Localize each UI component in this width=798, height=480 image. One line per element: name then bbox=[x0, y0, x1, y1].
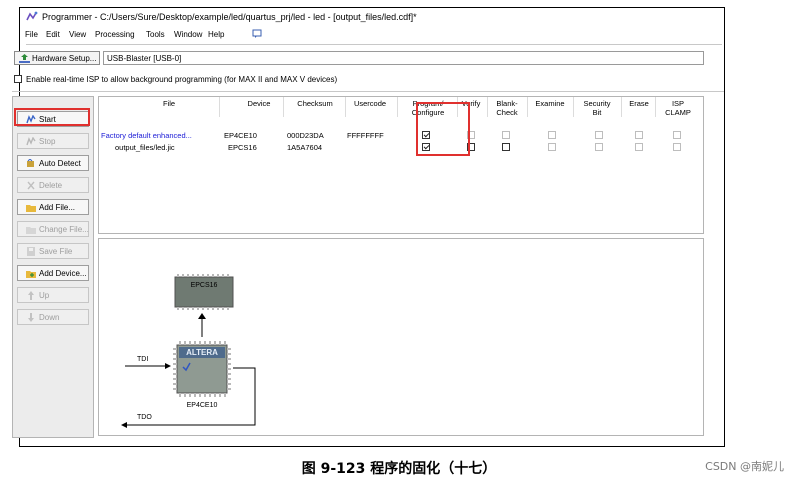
erase-checkbox[interactable] bbox=[635, 131, 643, 139]
row-device: EP4CE10 bbox=[224, 131, 257, 140]
epcs16-label: EPCS16 bbox=[191, 282, 218, 289]
program-configure-highlight bbox=[416, 102, 470, 156]
up-button[interactable]: Up bbox=[17, 287, 89, 303]
col-file: File bbox=[162, 99, 176, 108]
isp-checkbox[interactable] bbox=[14, 75, 22, 83]
menu-view[interactable]: View bbox=[69, 30, 86, 39]
hardware-setup-label: Hardware Setup... bbox=[32, 54, 97, 63]
add-file-icon bbox=[26, 205, 36, 212]
row-usercode: FFFFFFFF bbox=[347, 131, 384, 140]
auto-detect-button[interactable]: Auto Detect bbox=[17, 155, 89, 171]
menu-separator bbox=[26, 44, 722, 45]
add-device-button[interactable]: Add Device... bbox=[17, 265, 89, 281]
delete-button[interactable]: Delete bbox=[17, 177, 89, 193]
isp-label: Enable real-time ISP to allow background… bbox=[26, 75, 338, 84]
col-security-bit: Security Bit bbox=[583, 99, 611, 117]
blank-check-checkbox[interactable] bbox=[502, 131, 510, 139]
save-file-button[interactable]: Save File bbox=[17, 243, 89, 259]
delete-icon bbox=[27, 181, 35, 190]
menu-file[interactable]: File bbox=[25, 30, 38, 39]
row-device: EPCS16 bbox=[228, 143, 257, 152]
save-file-icon bbox=[27, 247, 35, 256]
stop-button[interactable]: Stop bbox=[17, 133, 89, 149]
hardware-icon bbox=[19, 54, 30, 63]
menu-tools[interactable]: Tools bbox=[146, 30, 165, 39]
hardware-setup-button[interactable]: Hardware Setup... bbox=[14, 51, 100, 65]
up-label: Up bbox=[39, 291, 50, 300]
tdi-arrow-head bbox=[165, 363, 171, 369]
change-file-button[interactable]: Change File... bbox=[17, 221, 89, 237]
change-file-label: Change File... bbox=[39, 225, 89, 234]
hardware-value: USB-Blaster [USB-0] bbox=[107, 54, 182, 63]
window-title: Programmer - C:/Users/Sure/Desktop/examp… bbox=[42, 12, 417, 22]
col-checksum: Checksum bbox=[297, 99, 333, 108]
blank-check-checkbox[interactable] bbox=[502, 143, 510, 151]
watermark: CSDN @南妮儿 bbox=[705, 460, 784, 473]
examine-checkbox[interactable] bbox=[548, 131, 556, 139]
menu-processing[interactable]: Processing bbox=[95, 30, 135, 39]
add-device-label: Add Device... bbox=[39, 269, 87, 278]
col-examine: Examine bbox=[535, 99, 565, 108]
col-usercode: Usercode bbox=[353, 99, 387, 108]
options-separator bbox=[12, 91, 724, 92]
config-arrow-head bbox=[198, 313, 206, 319]
menu-help[interactable]: Help bbox=[208, 30, 224, 39]
auto-detect-label: Auto Detect bbox=[39, 159, 81, 168]
down-button[interactable]: Down bbox=[17, 309, 89, 325]
col-device: Device bbox=[247, 99, 271, 108]
programmer-sidebar: Start Stop Auto Detect Delete Add File..… bbox=[12, 96, 94, 438]
col-blank-check: Blank- Check bbox=[496, 99, 518, 117]
menu-bar: File Edit View Processing Tools Window H… bbox=[20, 28, 724, 42]
security-checkbox[interactable] bbox=[595, 143, 603, 151]
delete-label: Delete bbox=[39, 181, 63, 190]
epcs16-chip[interactable] bbox=[174, 274, 234, 310]
change-file-icon bbox=[26, 227, 36, 234]
title-bar: Programmer - C:/Users/Sure/Desktop/examp… bbox=[20, 8, 724, 26]
row-file: Factory default enhanced... bbox=[101, 131, 192, 140]
auto-detect-icon bbox=[27, 159, 34, 167]
row-checksum: 000D23DA bbox=[287, 131, 324, 140]
jtag-chain-view: EPCS16 ALTERA EP4CE10 TDI TDO bbox=[98, 238, 704, 436]
up-arrow-icon bbox=[28, 291, 34, 300]
hardware-field[interactable]: USB-Blaster [USB-0] bbox=[103, 51, 704, 65]
menu-edit[interactable]: Edit bbox=[46, 30, 60, 39]
tdo-arrow-head bbox=[121, 422, 127, 428]
programmer-app-icon bbox=[26, 11, 38, 21]
add-file-label: Add File... bbox=[39, 203, 76, 212]
save-file-label: Save File bbox=[39, 247, 73, 256]
examine-checkbox[interactable] bbox=[548, 143, 556, 151]
ep4ce10-label: EP4CE10 bbox=[187, 402, 218, 409]
add-device-icon bbox=[26, 271, 36, 278]
tdo-label: TDO bbox=[137, 414, 152, 421]
altera-logo: ALTERA bbox=[186, 348, 218, 357]
add-file-button[interactable]: Add File... bbox=[17, 199, 89, 215]
tdi-label: TDI bbox=[137, 356, 148, 363]
whats-this-help-icon[interactable] bbox=[252, 29, 262, 39]
device-table: File Device Checksum Usercode Program/Co… bbox=[98, 96, 704, 234]
down-arrow-icon bbox=[28, 313, 34, 322]
row-checksum: 1A5A7604 bbox=[287, 143, 323, 152]
stop-icon bbox=[26, 137, 36, 146]
menu-window[interactable]: Window bbox=[174, 30, 202, 39]
start-highlight bbox=[14, 108, 90, 126]
col-isp-clamp: ISP CLAMP bbox=[665, 99, 691, 117]
chain-diagram: EPCS16 ALTERA EP4CE10 TDI TDO bbox=[121, 274, 256, 428]
security-checkbox[interactable] bbox=[595, 131, 603, 139]
down-label: Down bbox=[39, 313, 60, 322]
stop-label: Stop bbox=[39, 137, 56, 146]
figure-caption: 图 9-123 程序的固化（十七） bbox=[301, 461, 497, 477]
isp-clamp-checkbox[interactable] bbox=[673, 143, 681, 151]
isp-clamp-checkbox[interactable] bbox=[673, 131, 681, 139]
col-erase: Erase bbox=[629, 99, 649, 108]
row-file: output_files/led.jic bbox=[115, 143, 175, 152]
erase-checkbox[interactable] bbox=[635, 143, 643, 151]
